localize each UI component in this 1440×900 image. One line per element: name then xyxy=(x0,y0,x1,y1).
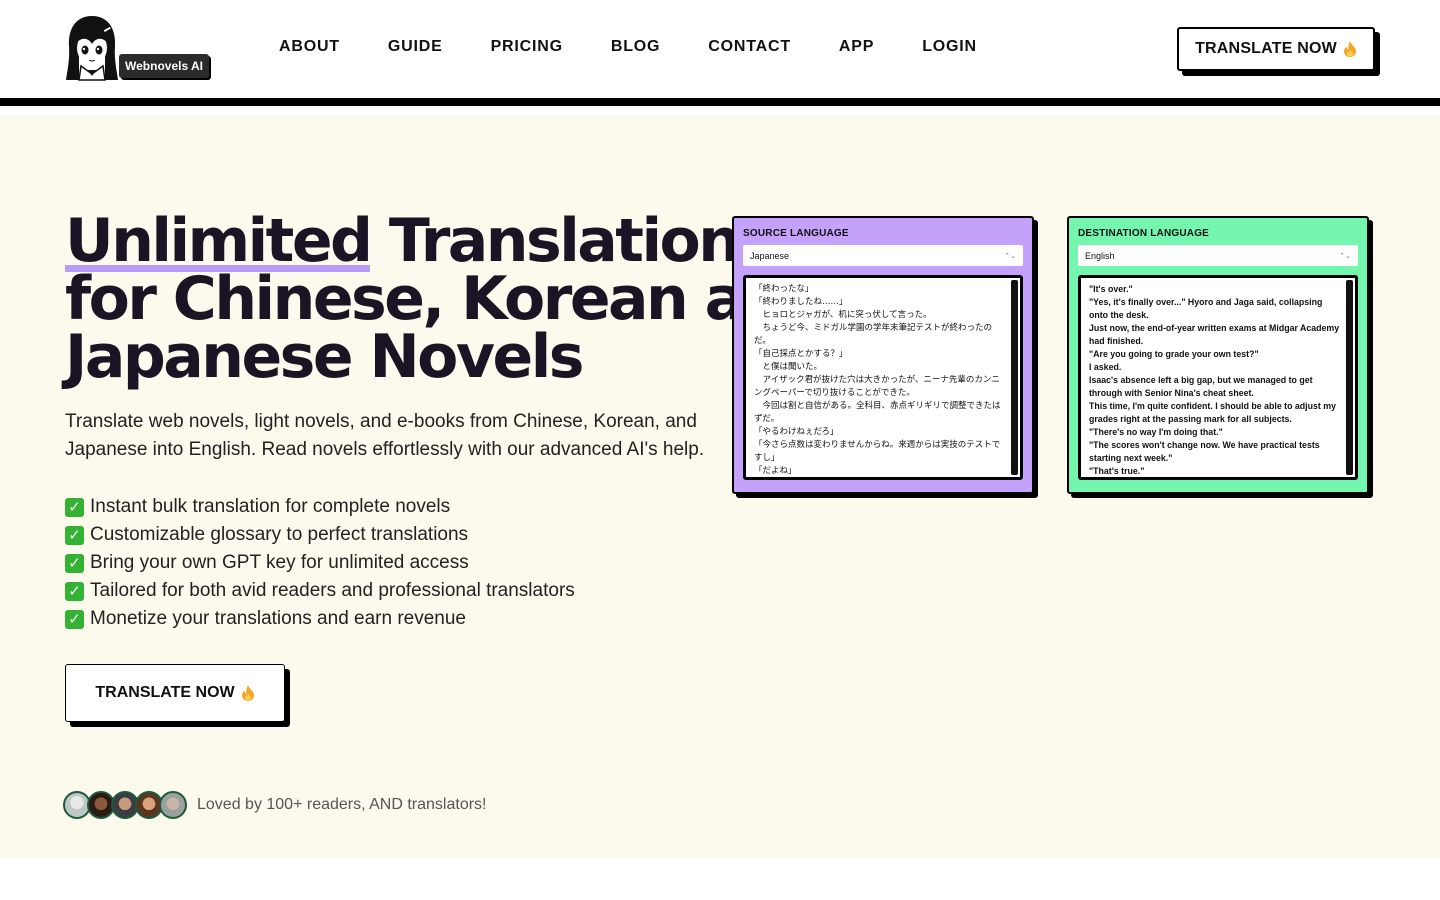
text-line: ヒョロとジャガが、机に突っ伏して言った。 xyxy=(754,310,932,320)
source-language-label: SOURCE LANGUAGE xyxy=(743,228,849,239)
text-line: I asked. xyxy=(1089,362,1122,372)
headline-line2: for Chinese, Korean and xyxy=(65,264,826,334)
destination-language-label: DESTINATION LANGUAGE xyxy=(1078,228,1210,239)
feature-text: Instant bulk translation for complete no… xyxy=(90,496,451,517)
anime-girl-logo-icon xyxy=(66,16,118,81)
destination-text-area[interactable]: "It's over." "Yes, it's finally over..." … xyxy=(1078,275,1358,480)
check-icon: ✓ xyxy=(65,525,84,545)
text-line: Isaac's absence left a big gap, but we m… xyxy=(1089,375,1315,398)
text-line: と僕は聞いた。 xyxy=(754,362,823,372)
feature-list: ✓ Instant bulk translation for complete n… xyxy=(65,493,575,633)
nav-link-about[interactable]: ABOUT xyxy=(279,38,340,56)
nav-links: ABOUT GUIDE PRICING BLOG CONTACT APP LOG… xyxy=(279,38,1025,56)
hero-headline: Unlimited Translation for Chinese, Korea… xyxy=(65,206,826,392)
text-line: アイザック君が抜けた穴は大きかったが、ニーナ先輩のカンニングペーパーで切り抜ける… xyxy=(754,375,1000,398)
check-icon: ✓ xyxy=(65,609,84,629)
select-arrows-icon: ⌃⌄ xyxy=(1339,252,1351,260)
text-line: 「やるわけねぇだろ」 xyxy=(754,427,839,437)
nav-link-contact[interactable]: CONTACT xyxy=(708,38,791,56)
avatar-group xyxy=(63,791,187,819)
nav-link-app[interactable]: APP xyxy=(839,38,874,56)
text-line: "Are you going to grade your own test?" xyxy=(1089,349,1259,359)
social-proof: Loved by 100+ readers, AND translators! xyxy=(63,791,487,819)
feature-text: Tailored for both avid readers and profe… xyxy=(90,580,575,601)
nav-link-pricing[interactable]: PRICING xyxy=(491,38,563,56)
text-line: This time, I'm quite confident. I should… xyxy=(1089,401,1339,424)
hero-translate-now-button[interactable]: TRANSLATE NOW xyxy=(65,664,285,722)
fire-icon xyxy=(1343,41,1356,57)
text-line: ちょうど今、ミドガル学園の学年末筆記テストが終わったのだ。 xyxy=(754,323,993,346)
headline-highlight: Unlimited xyxy=(65,206,373,276)
social-proof-text: Loved by 100+ readers, AND translators! xyxy=(197,796,487,813)
feature-text: Bring your own GPT key for unlimited acc… xyxy=(90,552,469,573)
select-arrows-icon: ⌃⌄ xyxy=(1004,252,1016,260)
text-line: "That's true." xyxy=(1089,466,1145,476)
headline-line3: Japanese Novels xyxy=(65,322,584,392)
text-line: 「今さら点数は変わりませんからね。来週からは実技のテストですし」 xyxy=(754,440,1001,463)
source-language-panel: SOURCE LANGUAGE Japanese ⌃⌄ 「終わったな」「終わりま… xyxy=(732,216,1034,494)
feature-text: Customizable glossary to perfect transla… xyxy=(90,524,469,545)
top-navigation: Webnovels AI ABOUT GUIDE PRICING BLOG CO… xyxy=(0,0,1440,98)
text-line: "The scores won't change now. We have pr… xyxy=(1089,440,1323,463)
text-line: 僕もやるわけないだろうと思って聞いたわけで、逆にやるとか言われたら困る。 xyxy=(754,478,1008,480)
source-text-area[interactable]: 「終わったな」 「終わりましたね……」 ヒョロとジャガが、机に突っ伏して言った。 … xyxy=(743,275,1023,480)
logo-text: Webnovels AI xyxy=(119,54,210,78)
scrollbar[interactable] xyxy=(1346,280,1353,475)
text-line: "Yes, it's finally over..." Hyoro and Ja… xyxy=(1089,297,1325,320)
hero-cta-label: TRANSLATE NOW xyxy=(95,684,235,701)
nav-cta-label: TRANSLATE NOW xyxy=(1195,40,1337,57)
feature-item: ✓ Monetize your translations and earn rev… xyxy=(65,605,575,633)
source-language-value: Japanese xyxy=(750,250,790,261)
hero-subtitle: Translate web novels, light novels, and … xyxy=(65,411,705,460)
text-line: 「だよね」 xyxy=(754,466,797,476)
text-line: "There's no way I'm doing that." xyxy=(1089,427,1223,437)
destination-language-panel: DESTINATION LANGUAGE English ⌃⌄ "It's ov… xyxy=(1067,216,1369,494)
nav-link-blog[interactable]: BLOG xyxy=(611,38,660,56)
feature-item: ✓ Tailored for both avid readers and prof… xyxy=(65,577,575,605)
destination-language-value: English xyxy=(1085,250,1115,261)
nav-link-login[interactable]: LOGIN xyxy=(922,38,977,56)
feature-text: Monetize your translations and earn reve… xyxy=(90,608,467,629)
destination-language-select[interactable]: English ⌃⌄ xyxy=(1078,245,1358,266)
check-icon: ✓ xyxy=(65,497,84,517)
check-icon: ✓ xyxy=(65,581,84,601)
text-line: 今回は割と自信がある。全科目、赤点ギリギリで調整できたはずだ。 xyxy=(754,401,1001,424)
text-line: 「終わりましたね……」 xyxy=(754,297,848,307)
feature-item: ✓ Bring your own GPT key for unlimited ac… xyxy=(65,549,575,577)
feature-item: ✓ Instant bulk translation for complete n… xyxy=(65,493,575,521)
nav-link-guide[interactable]: GUIDE xyxy=(388,38,443,56)
nav-divider xyxy=(0,98,1440,106)
fire-icon xyxy=(241,685,254,701)
avatar xyxy=(159,791,187,819)
text-line: Just now, the end-of-year written exams … xyxy=(1089,323,1342,346)
text-line: 「終わったな」 xyxy=(754,284,814,294)
feature-item: ✓ Customizable glossary to perfect transl… xyxy=(65,521,575,549)
nav-translate-now-button[interactable]: TRANSLATE NOW xyxy=(1177,27,1375,71)
scrollbar[interactable] xyxy=(1011,280,1018,475)
check-icon: ✓ xyxy=(65,553,84,573)
text-line: 「自己採点とかする？」 xyxy=(754,349,848,359)
text-line: "It's over." xyxy=(1089,284,1133,294)
logo[interactable]: Webnovels AI xyxy=(65,14,215,84)
hero-section: Unlimited Translation for Chinese, Korea… xyxy=(0,115,1440,858)
source-language-select[interactable]: Japanese ⌃⌄ xyxy=(743,245,1023,266)
